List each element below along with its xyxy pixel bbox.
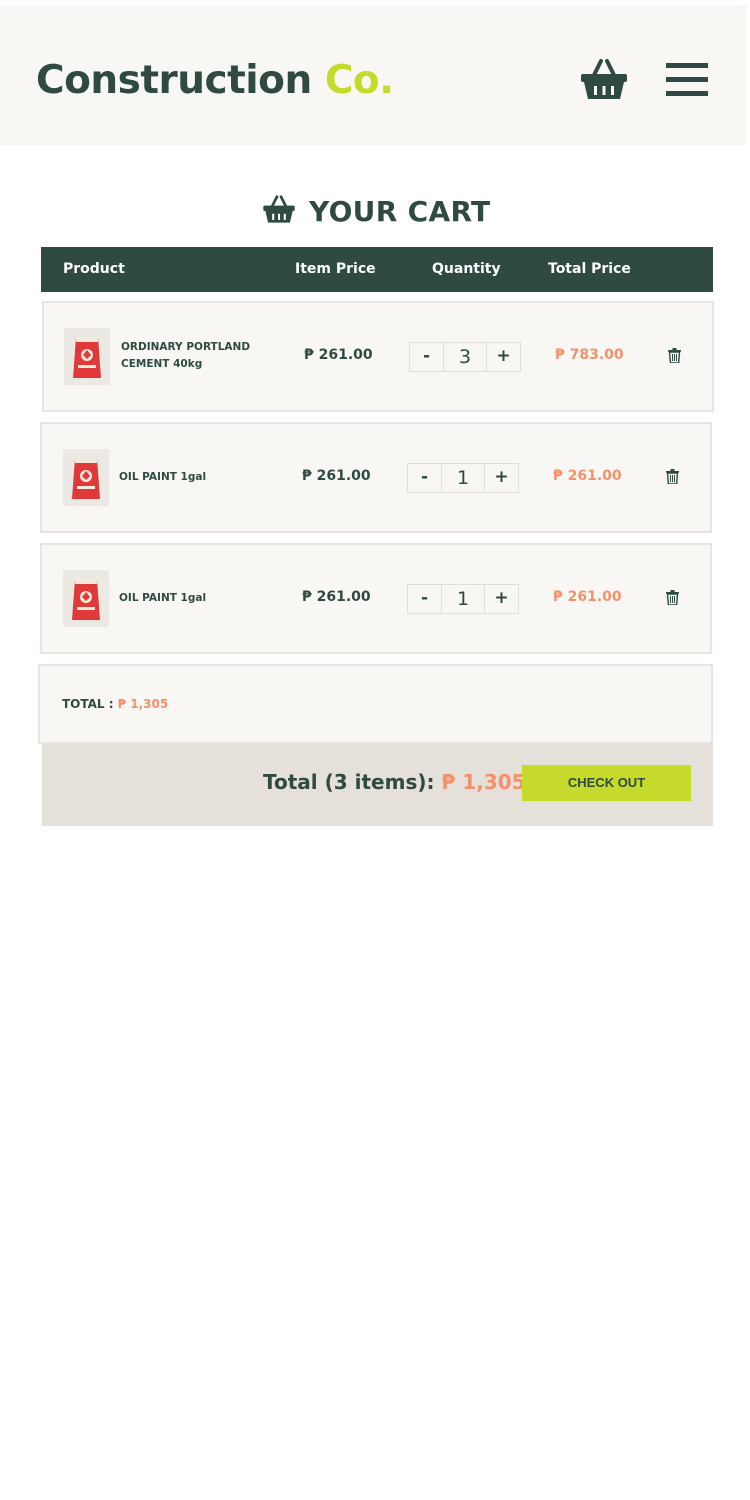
quantity-stepper: - 1 +	[407, 463, 519, 493]
quantity-value[interactable]: 1	[442, 585, 484, 613]
logo-text-construction: Construction	[36, 58, 312, 103]
checkout-total-value: ₱ 1,305	[441, 770, 526, 794]
cart-item-row: OIL PAINT 1gal ₱ 261.00 - 1 + ₱ 261.00	[40, 422, 712, 533]
decrease-quantity-button[interactable]: -	[408, 585, 442, 613]
item-total-price: ₱ 261.00	[553, 468, 622, 484]
column-header-quantity: Quantity	[432, 261, 501, 277]
cart-item-row: ORDINARY PORTLAND CEMENT 40kg ₱ 261.00 -…	[42, 301, 714, 412]
total-label: TOTAL :	[62, 697, 114, 711]
trash-icon[interactable]	[666, 590, 679, 605]
item-price: ₱ 261.00	[304, 347, 373, 363]
site-header: Construction Co.	[0, 5, 747, 145]
product-image	[63, 570, 109, 627]
checkout-total-label: Total (3 items):	[263, 770, 435, 794]
quantity-value[interactable]: 1	[442, 464, 484, 492]
cart-total-line: TOTAL : ₱ 1,305	[62, 697, 168, 711]
trash-icon[interactable]	[668, 348, 681, 363]
checkout-summary: Total (3 items): ₱ 1,305	[263, 770, 526, 794]
item-total-price: ₱ 261.00	[553, 589, 622, 605]
cart-title: YOUR CART	[309, 195, 491, 228]
item-price: ₱ 261.00	[302, 468, 371, 484]
logo-text-co: Co.	[324, 58, 394, 103]
column-header-total-price: Total Price	[548, 261, 631, 277]
quantity-value[interactable]: 3	[444, 343, 486, 371]
quantity-stepper: - 1 +	[407, 584, 519, 614]
increase-quantity-button[interactable]: +	[484, 464, 518, 492]
quantity-stepper: - 3 +	[409, 342, 521, 372]
menu-bar-top	[666, 63, 708, 68]
column-header-product: Product	[63, 261, 125, 277]
item-price: ₱ 261.00	[302, 589, 371, 605]
cart-total-panel: TOTAL : ₱ 1,305	[38, 664, 713, 744]
total-value: ₱ 1,305	[117, 697, 169, 711]
product-name: OIL PAINT 1gal	[119, 592, 207, 604]
product-name: OIL PAINT 1gal	[119, 471, 207, 483]
checkout-button[interactable]: CHECK OUT	[522, 765, 691, 801]
decrease-quantity-button[interactable]: -	[410, 343, 444, 371]
column-header-item-price: Item Price	[295, 261, 376, 277]
menu-bar-bottom	[666, 91, 708, 96]
checkout-bar: Total (3 items): ₱ 1,305 CHECK OUT	[42, 743, 713, 826]
cart-heading: YOUR CART	[0, 192, 750, 232]
hamburger-menu-icon[interactable]	[666, 63, 708, 97]
product-name: ORDINARY PORTLAND CEMENT 40kg	[121, 341, 251, 370]
brand-logo[interactable]: Construction Co.	[36, 57, 394, 105]
increase-quantity-button[interactable]: +	[486, 343, 520, 371]
item-total-price: ₱ 783.00	[555, 347, 624, 363]
trash-icon[interactable]	[666, 469, 679, 484]
cart-item-row: OIL PAINT 1gal ₱ 261.00 - 1 + ₱ 261.00	[40, 543, 712, 654]
cart-table-header: Product Item Price Quantity Total Price	[41, 247, 713, 292]
increase-quantity-button[interactable]: +	[484, 585, 518, 613]
cart-basket-icon	[263, 195, 295, 223]
product-image	[63, 449, 109, 506]
menu-bar-middle	[666, 77, 708, 82]
basket-icon[interactable]	[580, 57, 628, 101]
decrease-quantity-button[interactable]: -	[408, 464, 442, 492]
product-image	[64, 328, 110, 385]
